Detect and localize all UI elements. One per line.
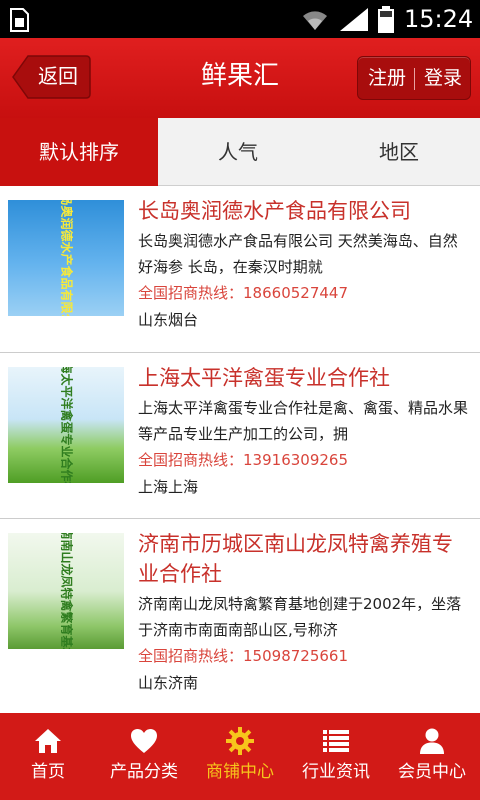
shop-phone: 全国招商热线：15098725661 xyxy=(138,643,472,669)
bottom-navigation: 首页 产品分类 商铺中心 行业资讯 会员中心 xyxy=(0,713,480,800)
shop-name: 长岛奥润德水产食品有限公司 xyxy=(138,199,411,223)
battery-icon xyxy=(378,6,394,33)
thumbnail-text: 济南南山龙凤特禽繁育基地 xyxy=(59,533,74,649)
phone-label: 全国招商热线： xyxy=(138,647,244,665)
list-icon xyxy=(323,730,349,752)
phone-number: 15098725661 xyxy=(243,647,348,665)
shop-location: 上海上海 xyxy=(138,478,199,496)
shop-description: 济南南山龙凤特禽繁育基地创建于2002年，坐落于济南市南面南部山区,号称济 xyxy=(138,595,462,639)
auth-box: 注册 登录 xyxy=(357,56,471,100)
tab-default-sort[interactable]: 默认排序 xyxy=(0,118,158,186)
status-time: 15:24 xyxy=(404,5,474,33)
app-header: 返回 鲜果汇 注册 登录 xyxy=(0,38,480,118)
list-item[interactable]: 上海太平洋禽蛋专业合作社 上海太平洋禽蛋专业合作社 上海太平洋禽蛋专业合作社是禽… xyxy=(0,353,480,519)
nav-shop-center[interactable]: 商铺中心 xyxy=(192,713,288,800)
tab-region[interactable]: 地区 xyxy=(318,118,480,186)
shop-thumbnail: 上海太平洋禽蛋专业合作社 xyxy=(8,367,124,483)
heart-icon xyxy=(131,729,157,753)
phone-label: 全国招商热线： xyxy=(138,451,244,469)
thumbnail-text: 上海太平洋禽蛋专业合作社 xyxy=(59,367,74,483)
shop-name: 上海太平洋禽蛋专业合作社 xyxy=(138,366,390,390)
nav-product-categories[interactable]: 产品分类 xyxy=(96,713,192,800)
nav-shop-center-label: 商铺中心 xyxy=(206,762,274,782)
home-icon xyxy=(35,729,61,753)
wifi-icon xyxy=(303,11,327,30)
auth-divider xyxy=(414,68,415,90)
shop-location: 山东济南 xyxy=(138,674,199,692)
thumbnail-text: 长岛奥润德水产食品有限公司 xyxy=(59,200,74,316)
list-item[interactable]: 济南南山龙凤特禽繁育基地 济南市历城区南山龙凤特禽养殖专业合作社 济南南山龙凤特… xyxy=(0,519,480,713)
phone-number: 13916309265 xyxy=(243,451,348,469)
shop-thumbnail: 长岛奥润德水产食品有限公司 xyxy=(8,200,124,316)
shop-thumbnail: 济南南山龙凤特禽繁育基地 xyxy=(8,533,124,649)
shop-name: 济南市历城区南山龙凤特禽养殖专业合作社 xyxy=(138,532,453,586)
nav-industry-news[interactable]: 行业资讯 xyxy=(288,713,384,800)
status-bar: 15:24 xyxy=(0,0,480,38)
shop-description: 长岛奥润德水产食品有限公司 天然美海岛、自然好海参 长岛，在秦汉时期就 xyxy=(138,232,458,276)
sort-tabs: 默认排序 人气 地区 xyxy=(0,118,480,186)
sim-card-icon xyxy=(10,8,29,32)
shop-description: 上海太平洋禽蛋专业合作社是禽、禽蛋、精品水果等产品专业生产加工的公司，拥 xyxy=(138,399,469,443)
nav-member-center[interactable]: 会员中心 xyxy=(384,713,480,800)
gear-icon xyxy=(226,727,254,755)
nav-member-center-label: 会员中心 xyxy=(398,762,466,782)
tab-popularity[interactable]: 人气 xyxy=(158,118,318,186)
phone-number: 18660527447 xyxy=(243,284,348,302)
shop-phone: 全国招商热线：18660527447 xyxy=(138,280,472,306)
signal-icon xyxy=(340,8,368,31)
nav-home-label: 首页 xyxy=(31,762,65,782)
nav-product-categories-label: 产品分类 xyxy=(110,762,178,782)
login-button[interactable]: 登录 xyxy=(420,57,466,99)
shop-list: 长岛奥润德水产食品有限公司 长岛奥润德水产食品有限公司 长岛奥润德水产食品有限公… xyxy=(0,186,480,713)
user-icon xyxy=(420,728,444,754)
register-button[interactable]: 注册 xyxy=(364,57,410,99)
list-item[interactable]: 长岛奥润德水产食品有限公司 长岛奥润德水产食品有限公司 长岛奥润德水产食品有限公… xyxy=(0,186,480,353)
shop-location: 山东烟台 xyxy=(138,311,199,329)
nav-home[interactable]: 首页 xyxy=(0,713,96,800)
nav-industry-news-label: 行业资讯 xyxy=(302,762,370,782)
shop-phone: 全国招商热线：13916309265 xyxy=(138,447,472,473)
phone-label: 全国招商热线： xyxy=(138,284,244,302)
